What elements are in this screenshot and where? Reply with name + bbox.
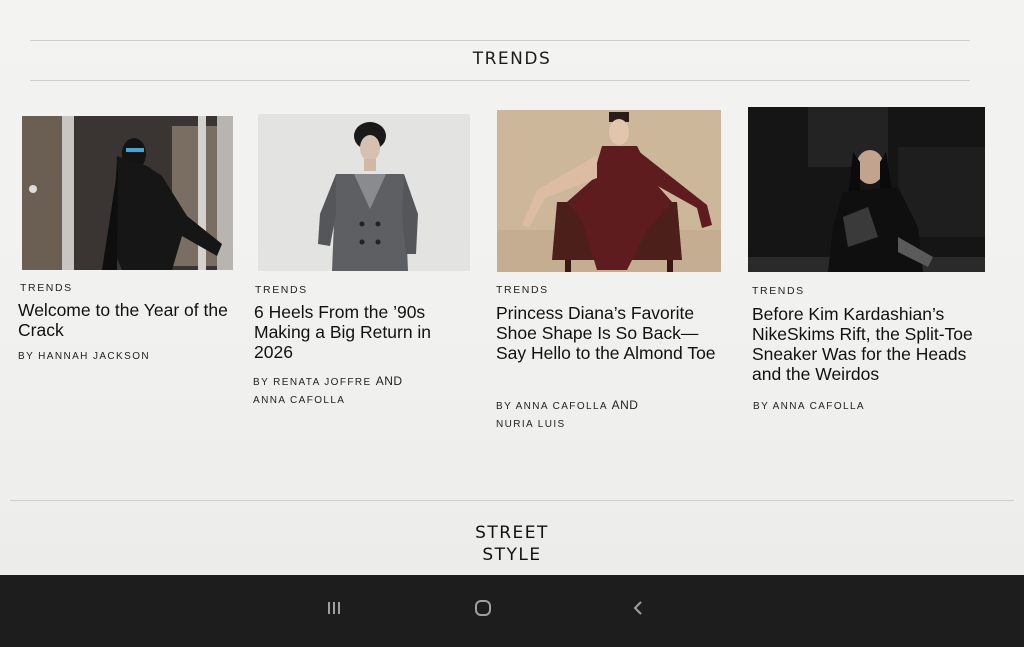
home-button[interactable] (463, 593, 503, 623)
street-style-line1: STREET (475, 523, 549, 543)
article-headline[interactable]: Before Kim Kardashian’s NikeSkims Rift, … (752, 304, 988, 384)
author-link[interactable]: RENATA JOFFRE (273, 377, 371, 388)
article-byline: BY HANNAH JACKSON (18, 348, 233, 366)
top-divider (30, 40, 970, 41)
article-thumbnail[interactable] (748, 107, 985, 272)
home-icon (475, 600, 491, 616)
browser-viewport: TRENDS TRENDS Welcome to the Year of the… (0, 0, 1024, 575)
article-thumbnail[interactable] (258, 114, 470, 271)
recents-button[interactable] (314, 593, 354, 623)
recents-icon (328, 602, 340, 614)
article-byline: BY RENATA JOFFRE AND ANNA CAFOLLA (253, 372, 473, 410)
article-category[interactable]: TRENDS (752, 285, 805, 297)
author-link[interactable]: ANNA CAFOLLA (773, 401, 865, 412)
author-link[interactable]: NURIA LUIS (496, 419, 566, 430)
article-thumbnail[interactable] (22, 116, 233, 270)
system-navigation-bar (0, 575, 1024, 647)
street-style-line2: STYLE (482, 545, 542, 565)
article-category[interactable]: TRENDS (255, 284, 308, 296)
article-headline[interactable]: 6 Heels From the ’90s Making a Big Retur… (254, 302, 474, 362)
section-divider (10, 500, 1014, 501)
article-byline: BY ANNA CAFOLLA (753, 398, 989, 416)
street-style-heading[interactable]: STREET STYLE (0, 522, 1024, 566)
byline-prefix: BY (18, 351, 34, 362)
author-link[interactable]: ANNA CAFOLLA (253, 395, 345, 406)
byline-prefix: BY (753, 401, 769, 412)
byline-prefix: BY (496, 401, 512, 412)
back-button[interactable] (618, 593, 658, 623)
back-icon (633, 601, 642, 615)
title-divider (30, 80, 970, 81)
byline-conjunction: AND (375, 374, 403, 388)
article-thumbnail[interactable] (497, 110, 721, 272)
article-headline[interactable]: Welcome to the Year of the Crack (18, 300, 233, 340)
article-byline: BY ANNA CAFOLLA AND NURIA LUIS (496, 396, 724, 434)
byline-prefix: BY (253, 377, 269, 388)
author-link[interactable]: HANNAH JACKSON (38, 351, 150, 362)
byline-conjunction: AND (611, 398, 639, 412)
article-category[interactable]: TRENDS (20, 282, 73, 294)
article-category[interactable]: TRENDS (496, 284, 549, 296)
section-title: TRENDS (472, 49, 552, 69)
author-link[interactable]: ANNA CAFOLLA (516, 401, 608, 412)
article-headline[interactable]: Princess Diana’s Favorite Shoe Shape Is … (496, 303, 724, 363)
